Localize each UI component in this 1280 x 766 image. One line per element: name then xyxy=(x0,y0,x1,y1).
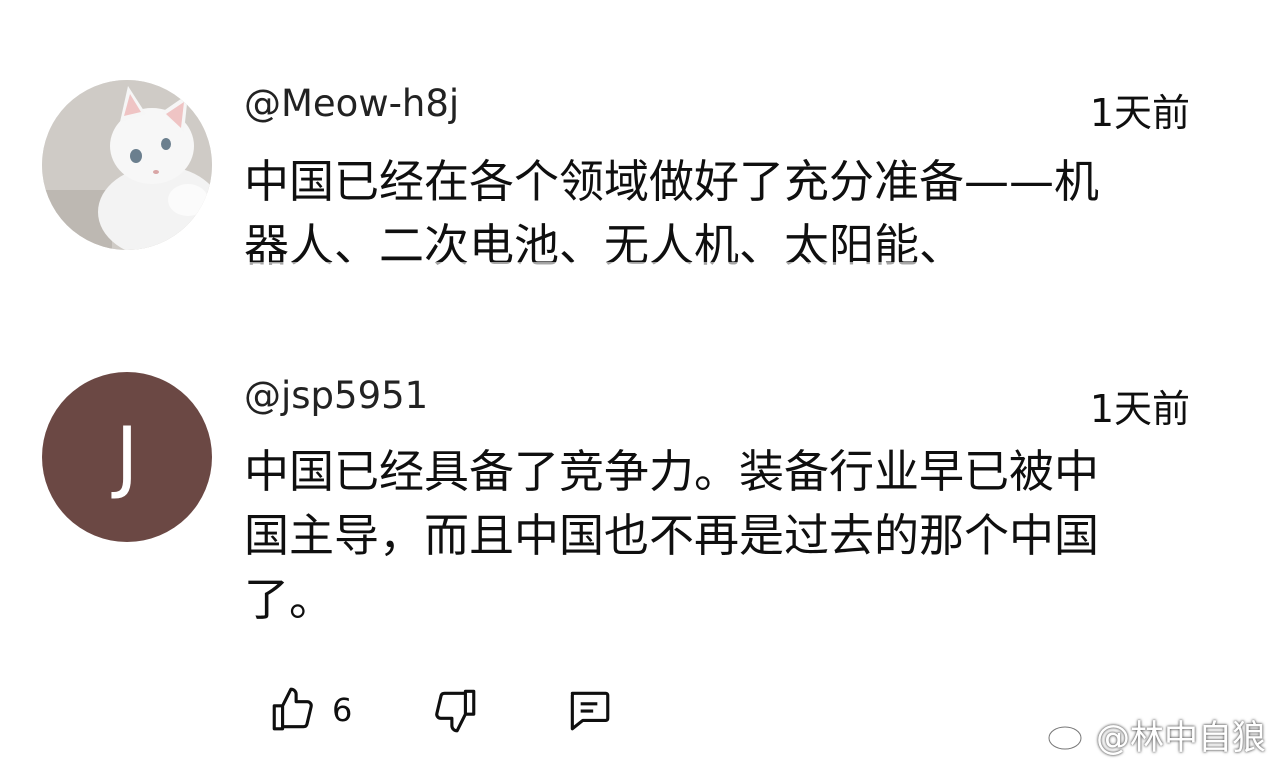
avatar-letter: J xyxy=(115,412,139,502)
thumbs-down-icon xyxy=(435,689,476,733)
watermark-text: @林中自狼 xyxy=(1096,717,1266,758)
weibo-logo-icon xyxy=(1047,720,1088,751)
comment-icon xyxy=(570,691,610,731)
comment-timestamp: 1天前 xyxy=(1089,387,1190,431)
reply-button[interactable] xyxy=(564,682,614,738)
avatar[interactable]: J xyxy=(42,372,212,542)
thumbs-up-icon xyxy=(272,687,313,731)
dislike-button[interactable] xyxy=(430,682,480,738)
comment-2: J @jsp5951 1天前 中国已经具备了竞争力。装备行业早已被中 国主导，而… xyxy=(0,0,1280,766)
watermark: @林中自狼 xyxy=(1046,710,1266,758)
comment-text: 中国已经具备了竞争力。装备行业早已被中 国主导，而且中国也不再是过去的那个中国 … xyxy=(244,445,1100,626)
like-button[interactable]: 6 xyxy=(268,682,352,738)
like-count: 6 xyxy=(332,691,353,729)
comment-author-handle[interactable]: @jsp5951 xyxy=(244,374,428,417)
